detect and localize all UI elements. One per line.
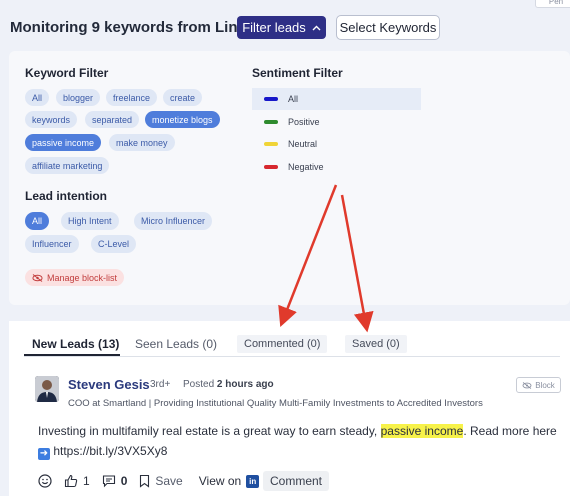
post-text-before: Investing in multifamily real estate is …	[38, 424, 381, 438]
smiley-icon	[38, 474, 52, 488]
comment-icon	[102, 475, 115, 488]
sentiment-filter-title: Sentiment Filter	[252, 66, 343, 80]
eye-off-icon	[32, 273, 43, 282]
post-author[interactable]: Steven Gesis	[68, 377, 150, 392]
post-link[interactable]: https://bit.ly/3VX5Xy8	[53, 444, 167, 458]
sentiment-all-label: All	[288, 94, 299, 104]
keyword-filter-title: Keyword Filter	[25, 66, 109, 80]
sentiment-positive-label: Positive	[288, 117, 320, 127]
lead-intention-title: Lead intention	[25, 189, 107, 203]
sentiment-all[interactable]: All	[252, 88, 421, 110]
tabs-divider	[24, 356, 560, 357]
chip-intent-influencer[interactable]: Influencer	[25, 235, 79, 253]
post-actions: 1 0 Save View on in	[38, 473, 271, 489]
thumbs-up-icon	[64, 474, 78, 488]
save-label: Save	[155, 474, 183, 488]
tab-new-leads[interactable]: New Leads (13)	[32, 333, 119, 355]
chip-intent-all[interactable]: All	[25, 212, 50, 230]
chip-keyword-passive-income[interactable]: passive income	[25, 134, 102, 151]
chip-keyword-monetize-blogs[interactable]: monetize blogs	[145, 111, 220, 128]
corner-tab[interactable]: Pen	[535, 0, 570, 8]
posted-ago: 2 hours ago	[216, 379, 274, 390]
leads-panel: New Leads (13) Seen Leads (0) Commented …	[9, 321, 570, 496]
filter-leads-button[interactable]: Filter leads	[237, 16, 326, 39]
comments-count-button[interactable]: 0	[102, 474, 128, 488]
sentiment-negative[interactable]: Negative	[252, 156, 421, 178]
save-button[interactable]: Save	[139, 474, 183, 488]
like-button[interactable]: 1	[64, 474, 90, 488]
like-count: 1	[83, 474, 90, 488]
keyword-highlight: passive income	[380, 424, 464, 438]
sentiment-negative-label: Negative	[288, 162, 324, 172]
block-button[interactable]: Block	[516, 377, 561, 393]
chip-keyword-all[interactable]: All	[25, 89, 50, 106]
chip-keyword-affiliate-marketing[interactable]: affiliate marketing	[25, 157, 110, 174]
block-label: Block	[535, 380, 555, 390]
linkedin-icon: in	[246, 474, 260, 488]
sentiment-all-swatch	[264, 97, 278, 101]
sentiment-positive[interactable]: Positive	[252, 111, 421, 133]
sentiment-neutral-label: Neutral	[288, 139, 318, 149]
tab-seen-leads[interactable]: Seen Leads (0)	[135, 333, 217, 355]
manage-block-list-label: Manage block-list	[47, 272, 118, 283]
chip-keyword-make-money[interactable]: make money	[109, 134, 175, 151]
bookmark-icon	[140, 474, 150, 488]
posted-time: Posted 2 hours ago	[183, 379, 274, 390]
view-on-linkedin-link[interactable]: View on in	[198, 474, 260, 488]
posted-prefix: Posted	[183, 379, 215, 390]
post-body: Investing in multifamily real estate is …	[38, 421, 558, 461]
avatar[interactable]	[35, 376, 59, 402]
post-text-after: . Read more here	[463, 424, 557, 438]
chip-keyword-separated[interactable]: separated	[85, 111, 140, 128]
tab-commented[interactable]: Commented (0)	[237, 335, 328, 353]
chevron-up-icon	[312, 25, 321, 30]
sentiment-negative-swatch	[264, 165, 278, 169]
comment-button[interactable]: Comment	[263, 471, 329, 491]
connection-degree: 3rd+	[150, 379, 171, 390]
chip-keyword-freelance[interactable]: freelance	[106, 89, 158, 106]
chip-keyword-keywords[interactable]: keywords	[25, 111, 78, 128]
chip-intent-micro-influencer[interactable]: Micro Influencer	[134, 212, 213, 230]
tab-saved[interactable]: Saved (0)	[345, 335, 407, 353]
chip-keyword-create[interactable]: create	[163, 89, 203, 106]
filter-leads-label: Filter leads	[242, 20, 306, 35]
sentiment-neutral[interactable]: Neutral	[252, 133, 421, 155]
select-keywords-button[interactable]: Select Keywords	[336, 15, 440, 40]
chip-intent-high-intent[interactable]: High Intent	[61, 212, 119, 230]
arrow-right-icon: ➜	[38, 448, 50, 460]
eye-off-icon	[522, 381, 532, 389]
comment-count: 0	[120, 474, 128, 488]
sentiment-neutral-swatch	[264, 142, 278, 146]
chip-intent-c-level[interactable]: C-Level	[91, 235, 137, 253]
person-icon	[35, 376, 59, 402]
sentiment-positive-swatch	[264, 120, 278, 124]
manage-block-list-button[interactable]: Manage block-list	[25, 269, 125, 286]
react-button[interactable]	[38, 474, 52, 488]
view-on-label: View on	[198, 474, 242, 488]
top-bar: Monitoring 9 keywords from Linkedin Filt…	[0, 0, 570, 56]
author-headline: COO at Smartland | Providing Institution…	[68, 398, 483, 409]
chip-keyword-blogger[interactable]: blogger	[56, 89, 101, 106]
